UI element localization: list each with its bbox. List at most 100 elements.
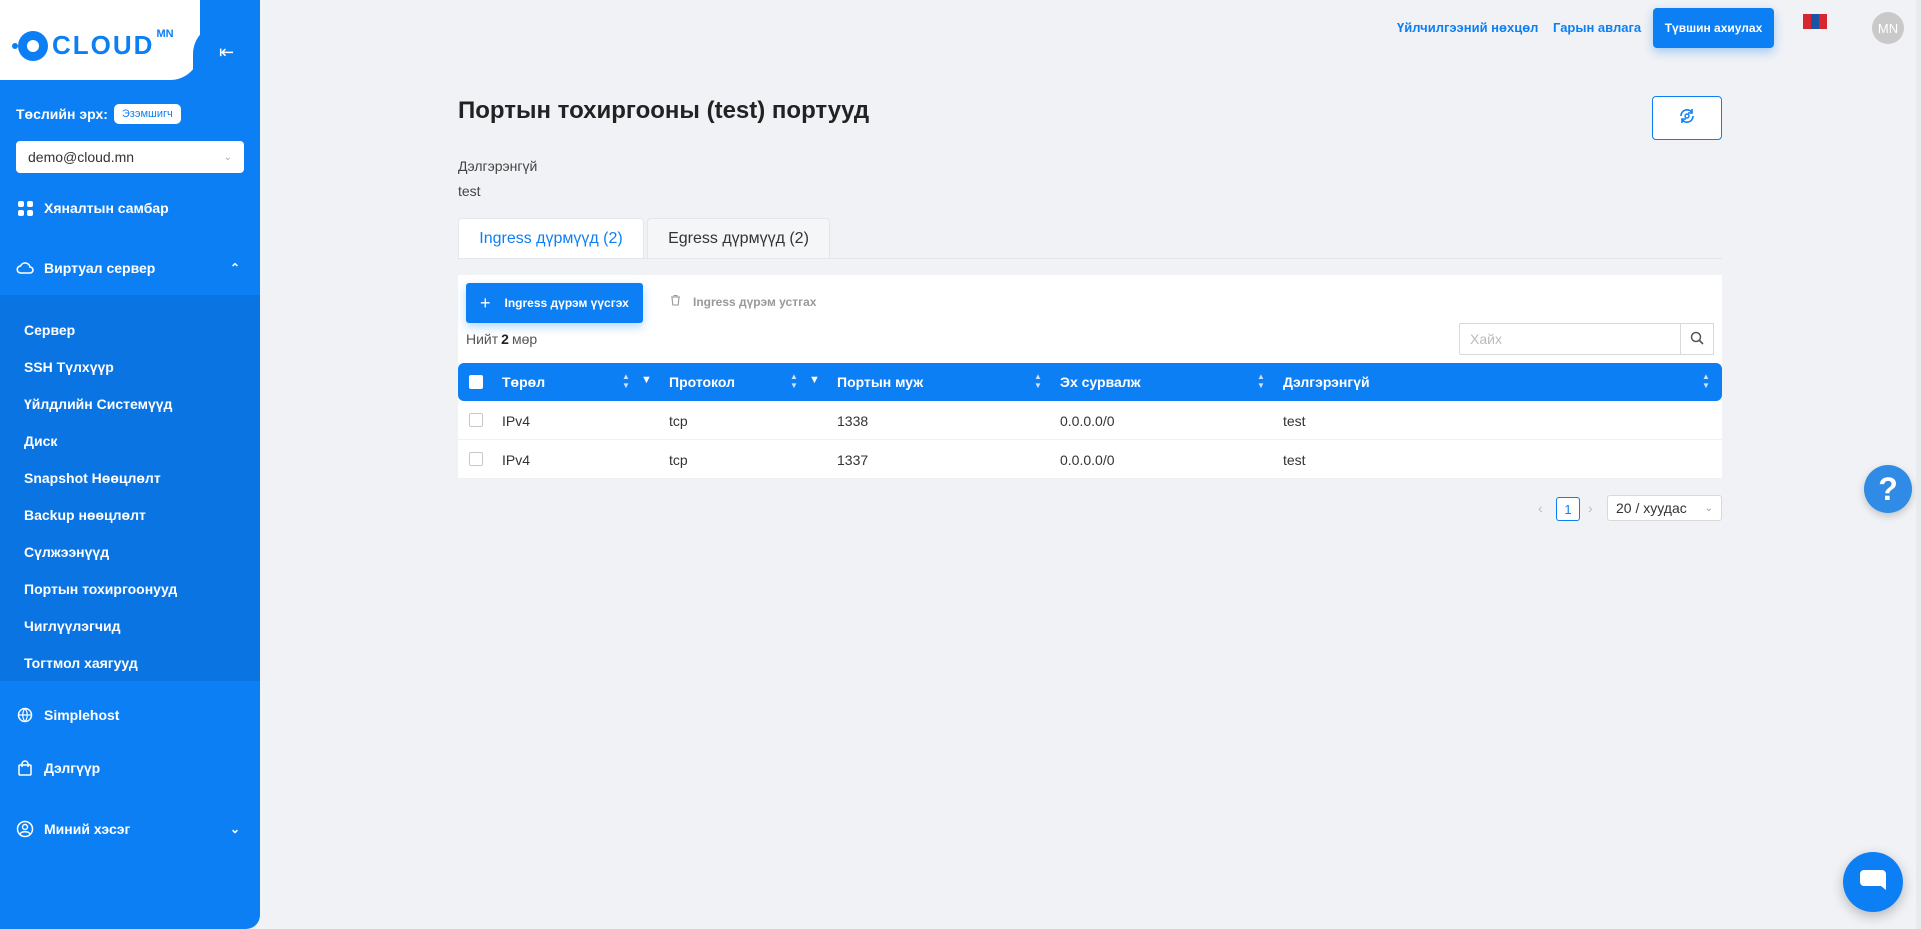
sort-icon[interactable]: ▲ ▼ <box>1257 372 1265 390</box>
sidebar-item-shop[interactable]: Дэлгүүр <box>16 759 244 777</box>
project-role: Төслийн эрх: Эзэмшигч <box>16 104 181 124</box>
cloud-icon <box>16 259 34 277</box>
submenu-item-server[interactable]: Сервер <box>24 322 75 338</box>
total-number: 2 <box>501 331 509 347</box>
row-checkbox[interactable] <box>469 413 483 427</box>
next-page-icon[interactable]: › <box>1588 500 1593 516</box>
sidebar-item-dashboard[interactable]: Хяналтын самбар <box>16 199 244 217</box>
sidebar-item-my-section[interactable]: Миний хэсэг ⌄ <box>16 820 244 838</box>
trash-icon <box>670 294 681 309</box>
column-header-port-range[interactable]: Портын муж <box>837 374 923 390</box>
upgrade-button[interactable]: Түвшин ахиулах <box>1653 8 1774 48</box>
page-size-select[interactable]: 20 / хуудас ⌄ <box>1607 495 1722 521</box>
cell-description: test <box>1283 413 1306 429</box>
table-header: Төрөл ▲ ▼ ▼ Протокол ▲ ▼ ▼ Портын муж ▲ ▼ Э… <box>458 363 1722 401</box>
submenu-item-ssh-keys[interactable]: SSH Түлхүүр <box>24 359 114 375</box>
sidebar-item-virtual-server[interactable]: Виртуал сервер ⌃ <box>16 259 244 277</box>
cell-type: IPv4 <box>502 413 531 429</box>
sort-icon[interactable]: ▲ ▼ <box>622 372 630 390</box>
add-ingress-rule-button[interactable]: + Ingress дүрэм үүсгэх <box>466 283 643 323</box>
page-size-value: 20 / хуудас <box>1616 500 1687 516</box>
plus-icon: + <box>480 292 491 313</box>
add-button-label: Ingress дүрэм үүсгэх <box>504 296 629 310</box>
column-header-source[interactable]: Эх сурвалж <box>1060 374 1141 390</box>
logo-mark-icon <box>12 30 48 61</box>
filter-icon[interactable]: ▼ <box>641 374 652 386</box>
prev-page-icon[interactable]: ‹ <box>1538 500 1543 516</box>
user-circle-icon <box>16 820 34 838</box>
sidebar-item-label: Дэлгүүр <box>44 760 101 776</box>
description-label: Дэлгэрэнгүй <box>458 158 538 174</box>
submenu-item-disk[interactable]: Диск <box>24 433 57 449</box>
delete-button-label: Ingress дүрэм устгах <box>693 294 817 309</box>
submenu-item-networks[interactable]: Сүлжээнүүд <box>24 544 109 560</box>
virtual-server-submenu: Сервер SSH Түлхүүр Үйлдлийн Системүүд Ди… <box>0 295 260 681</box>
table-row[interactable]: IPv4 tcp 1337 0.0.0.0/0 test <box>458 440 1722 479</box>
help-button[interactable]: ? <box>1864 465 1912 513</box>
submenu-item-snapshot[interactable]: Snapshot Нөөцлөлт <box>24 470 161 486</box>
search-icon <box>1690 331 1704 348</box>
search-button[interactable] <box>1681 323 1714 355</box>
page-number[interactable]: 1 <box>1556 497 1580 521</box>
sort-icon[interactable]: ▲ ▼ <box>1702 372 1710 390</box>
submenu-item-routers[interactable]: Чиглүүлэгчид <box>24 618 120 634</box>
submenu-item-os[interactable]: Үйлдлийн Системүүд <box>24 396 172 412</box>
submenu-item-floating-ips[interactable]: Тогтмол хаягууд <box>24 655 138 671</box>
sidebar-item-label: Миний хэсэг <box>44 821 131 837</box>
tab-divider <box>458 258 1722 259</box>
filter-icon[interactable]: ▼ <box>809 374 820 386</box>
refresh-icon <box>1677 106 1697 131</box>
submenu-item-port-settings[interactable]: Портын тохиргоонууд <box>24 581 177 597</box>
brand-suffix: MN <box>156 27 174 40</box>
question-icon: ? <box>1878 470 1898 507</box>
scrollbar[interactable] <box>1916 0 1921 929</box>
total-count: Нийт 2 мөр <box>466 331 537 347</box>
row-checkbox[interactable] <box>469 452 483 466</box>
account-select[interactable]: demo@cloud.mn ⌄ <box>16 141 244 173</box>
chat-icon <box>1858 866 1888 899</box>
search-input[interactable] <box>1459 323 1681 355</box>
sidebar-item-simplehost[interactable]: Simplehost <box>16 706 244 724</box>
description-value: test <box>458 183 481 199</box>
cell-source: 0.0.0.0/0 <box>1060 413 1115 429</box>
select-all-checkbox[interactable] <box>469 375 483 389</box>
cell-description: test <box>1283 452 1306 468</box>
refresh-button[interactable] <box>1652 96 1722 140</box>
delete-ingress-rule-button[interactable]: Ingress дүрэм устгах <box>670 294 816 309</box>
chat-button[interactable] <box>1843 852 1903 912</box>
tab-ingress-rules[interactable]: Ingress дүрмүүд (2) <box>458 218 644 259</box>
column-header-description[interactable]: Дэлгэрэнгүй <box>1283 374 1370 390</box>
tab-egress-rules[interactable]: Egress дүрмүүд (2) <box>647 218 830 259</box>
cell-type: IPv4 <box>502 452 531 468</box>
guide-link[interactable]: Гарын авлага <box>1553 20 1641 35</box>
dashboard-icon <box>16 199 34 217</box>
cell-protocol: tcp <box>669 452 688 468</box>
sort-icon[interactable]: ▲ ▼ <box>1034 372 1042 390</box>
sidebar: CLOUD MN ⇤ Төслийн эрх: Эзэмшигч demo@cl… <box>0 0 260 929</box>
logo[interactable]: CLOUD MN <box>12 27 174 61</box>
table-row[interactable]: IPv4 tcp 1338 0.0.0.0/0 test <box>458 401 1722 440</box>
globe-icon <box>16 706 34 724</box>
sidebar-item-label: Хяналтын самбар <box>44 200 169 216</box>
role-badge: Эзэмшигч <box>113 104 181 124</box>
brand-name: CLOUD <box>52 30 155 60</box>
shopping-bag-icon <box>16 759 34 777</box>
chevron-down-icon: ⌄ <box>223 151 232 163</box>
sidebar-item-label: Simplehost <box>44 707 120 723</box>
avatar[interactable]: MN <box>1872 12 1904 44</box>
role-label: Төслийн эрх: <box>16 106 108 122</box>
terms-link[interactable]: Үйлчилгээний нөхцөл <box>1397 20 1538 35</box>
sort-icon[interactable]: ▲ ▼ <box>790 372 798 390</box>
mongolia-flag-icon[interactable] <box>1803 14 1827 29</box>
sidebar-item-label: Виртуал сервер <box>44 260 156 276</box>
cell-source: 0.0.0.0/0 <box>1060 452 1115 468</box>
search-box <box>1459 323 1722 355</box>
cell-port-range: 1338 <box>837 413 869 429</box>
column-header-type[interactable]: Төрөл <box>502 374 545 390</box>
cell-port-range: 1337 <box>837 452 869 468</box>
submenu-item-backup[interactable]: Backup нөөцлөлт <box>24 507 146 523</box>
column-header-protocol[interactable]: Протокол <box>669 374 735 390</box>
total-suffix: мөр <box>511 331 538 347</box>
collapse-sidebar-button[interactable]: ⇤ <box>193 24 260 80</box>
chevron-up-icon: ⌃ <box>229 261 240 275</box>
